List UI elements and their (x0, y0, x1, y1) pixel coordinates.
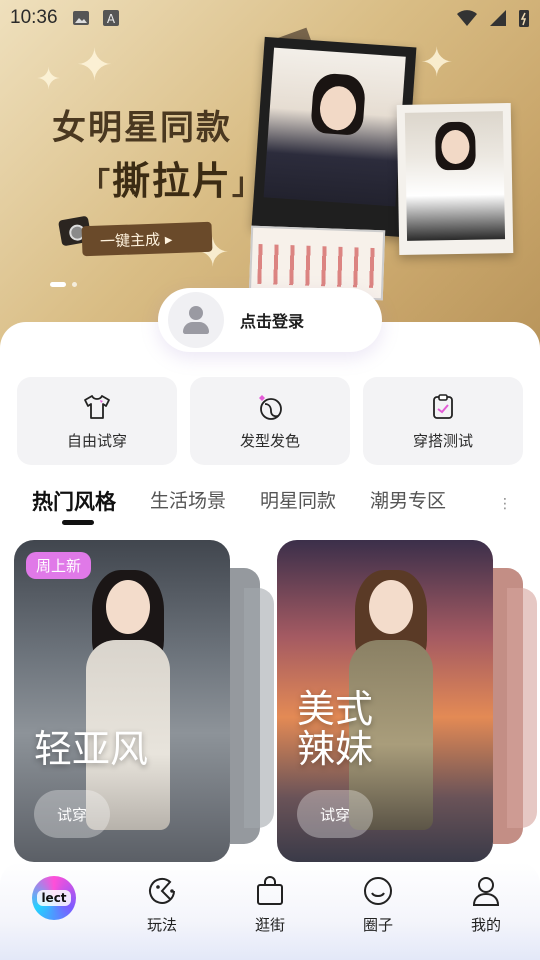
login-button[interactable]: 点击登录 (158, 288, 382, 352)
signal-icon (490, 10, 506, 26)
avatar-head (189, 306, 203, 320)
nav-shop[interactable]: 逛街 (216, 862, 324, 960)
banner-subtitle-text: 撕拉片 (112, 158, 233, 203)
style-card-image: 周上新 轻亚风 试穿 (14, 540, 230, 862)
tshirt-icon (84, 394, 110, 419)
style-card-title-line: 辣妹 (297, 726, 374, 771)
photo-portrait-secondary (404, 111, 506, 241)
new-this-week-badge: 周上新 (26, 552, 92, 579)
card-stack-layer (244, 588, 274, 828)
nav-label: 逛街 (254, 916, 285, 934)
nav-community[interactable]: 圈子 (324, 862, 432, 960)
model-face (106, 580, 150, 634)
battery-icon (519, 10, 529, 27)
pagination-dot-active (50, 282, 66, 287)
user-icon (472, 877, 500, 906)
bottom-navigation: lect 玩法 逛街 圈子 我的 (0, 862, 540, 960)
smiley-icon (364, 877, 392, 905)
avatar-placeholder-icon (168, 292, 224, 348)
nav-label: 我的 (470, 916, 501, 934)
login-label: 点击登录 (240, 312, 305, 331)
banner-pagination (50, 282, 77, 287)
tab-men-zone[interactable]: 潮男专区 (370, 486, 446, 513)
status-bar: 10:36 A (0, 0, 540, 36)
tabs-more-icon[interactable]: ⋮ (498, 496, 512, 512)
image-icon (72, 11, 89, 25)
feature-grid: 自由试穿 发型发色 穿搭测试 (17, 377, 523, 465)
feature-outfit-test[interactable]: 穿搭测试 (363, 377, 523, 465)
nav-label: 玩法 (146, 916, 177, 934)
style-card-title-line: 美式 (297, 687, 374, 731)
banner-title: 女明星同款 (52, 108, 232, 148)
status-indicators (456, 8, 530, 28)
feature-free-tryon[interactable]: 自由试穿 (17, 377, 177, 465)
try-on-button[interactable]: 试穿 (297, 790, 373, 838)
game-controller-icon (149, 877, 175, 904)
hair-color-icon (259, 394, 282, 420)
style-card-title: 美式 辣妹 (297, 687, 374, 771)
feature-hair-color[interactable]: 发型发色 (190, 377, 350, 465)
category-tabs: 热门风格 生活场景 明星同款 潮男专区 (0, 486, 540, 530)
tab-hot-styles[interactable]: 热门风格 (32, 486, 116, 525)
feature-label: 自由试穿 (66, 431, 127, 450)
style-card-title: 轻亚风 (34, 727, 149, 771)
feature-label: 穿搭测试 (412, 431, 473, 450)
sparkle-icon: ✦ (420, 40, 454, 86)
tab-celebrity-same[interactable]: 明星同款 (260, 486, 336, 513)
nav-label: 圈子 (362, 916, 393, 934)
polaroid-photo (251, 36, 417, 238)
shopping-bag-icon (257, 876, 283, 905)
style-card[interactable]: 周上新 轻亚风 试穿 (14, 540, 274, 862)
card-stack-layer (507, 588, 537, 828)
photo-portrait (263, 47, 406, 207)
avatar-body (183, 322, 209, 334)
banner-cta-button[interactable]: 一键主成 ▸ (81, 221, 213, 257)
svg-text:A: A (106, 12, 115, 26)
feature-label: 发型发色 (239, 431, 300, 450)
sparkle-icon: ✦ (76, 40, 113, 91)
app-logo-text: lect (37, 890, 71, 906)
banner-bracket-open: 「 (80, 167, 112, 202)
film-cells (257, 243, 377, 289)
nav-home[interactable]: lect (0, 862, 108, 960)
nav-profile[interactable]: 我的 (432, 862, 540, 960)
app-logo-icon: lect (32, 876, 76, 920)
clipboard-check-icon (433, 393, 453, 419)
try-on-button[interactable]: 试穿 (34, 790, 110, 838)
nav-play[interactable]: 玩法 (108, 862, 216, 960)
status-time: 10:36 (10, 7, 58, 28)
pagination-dot (72, 282, 77, 287)
banner-subtitle: 「撕拉片」 (80, 150, 264, 205)
sparkle-icon: ✦ (36, 62, 62, 97)
tab-life-scenes[interactable]: 生活场景 (150, 486, 226, 513)
font-icon: A (102, 10, 119, 26)
wifi-icon (457, 10, 477, 26)
polaroid-photo-secondary (396, 103, 514, 255)
style-card[interactable]: 美式 辣妹 试穿 (277, 540, 537, 862)
model-face (369, 580, 413, 634)
style-card-image: 美式 辣妹 试穿 (277, 540, 493, 862)
